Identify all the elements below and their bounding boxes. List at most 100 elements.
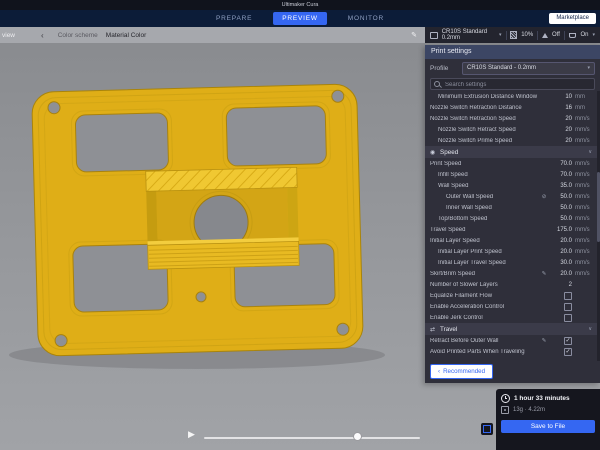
setting-avoid-printed-parts-when-traveling[interactable]: Avoid Printed Parts When Traveling✓ [425, 346, 597, 357]
simulation-slider-track[interactable] [204, 437, 420, 439]
setting-inner-wall-speed[interactable]: Inner Wall Speed50.0mm/s [425, 202, 597, 213]
setting-nozzle-switch-retraction-distance[interactable]: Nozzle Switch Retraction Distance16mm [425, 102, 597, 113]
setting-value[interactable]: 16 [548, 105, 572, 111]
chevron-icon: ∨ [588, 149, 592, 155]
setting-travel-speed[interactable]: Travel Speed175.0mm/s [425, 224, 597, 235]
preview-stage-button[interactable] [481, 423, 493, 435]
search-input[interactable] [443, 79, 587, 91]
adhesion-value[interactable]: On [580, 32, 588, 38]
setting-value[interactable]: 20.0 [548, 238, 572, 244]
setting-value[interactable]: 30.0 [548, 260, 572, 266]
stage-tabs: PREPARE PREVIEW MONITOR [207, 10, 393, 27]
setting-value[interactable]: 50.0 [548, 216, 572, 222]
tab-monitor[interactable]: MONITOR [339, 12, 393, 25]
setting-label: Equalize Filament Flow [430, 293, 540, 299]
setting-label: Infill Speed [430, 172, 540, 178]
setting-value[interactable]: 20 [548, 116, 572, 122]
setting-value[interactable]: 2 [548, 282, 572, 288]
3d-viewport[interactable] [0, 43, 425, 450]
setting-checkbox[interactable] [564, 292, 572, 300]
slice-summary-card: 1 hour 33 minutes 13g · 4.22m Save to Fi… [496, 389, 600, 450]
chevron-down-icon: ▾ [499, 32, 502, 38]
play-button[interactable]: ▶ [188, 429, 195, 440]
travel-icon: ⇄ [430, 326, 440, 333]
material-icon [501, 406, 509, 414]
setting-value[interactable]: 35.0 [548, 183, 572, 189]
setting-label: Enable Jerk Control [430, 315, 540, 321]
save-to-file-button[interactable]: Save to File [501, 420, 595, 433]
setting-unit: mm/s [575, 216, 592, 222]
setting-infill-speed[interactable]: Infill Speed70.0mm/s [425, 169, 597, 180]
edit-pencil-icon[interactable]: ✎ [411, 31, 417, 39]
setting-value[interactable]: 20.0 [548, 249, 572, 255]
back-chevron-icon[interactable]: ‹ [41, 31, 44, 40]
setting-nozzle-switch-retraction-speed[interactable]: Nozzle Switch Retraction Speed20mm/s [425, 113, 597, 124]
setting-value[interactable]: 20 [548, 138, 572, 144]
setting-retract-before-outer-wall[interactable]: Retract Before Outer Wall✎ ✓ [425, 335, 597, 346]
setting-value[interactable]: 20.0 [548, 271, 572, 277]
support-value[interactable]: Off [552, 32, 560, 38]
divider [506, 31, 507, 40]
setting-unit: mm/s [575, 116, 592, 122]
recommended-button[interactable]: ‹ Recommended [430, 364, 493, 379]
setting-unit: mm/s [575, 249, 592, 255]
setting-label: Outer Wall Speed [430, 194, 540, 200]
setting-print-speed[interactable]: Print Speed70.0mm/s [425, 158, 597, 169]
setting-checkbox[interactable]: ✓ [564, 337, 572, 345]
setting-unit: mm/s [575, 271, 592, 277]
setting-skirt-brim-speed[interactable]: Skirt/Brim Speed✎20.0mm/s [425, 268, 597, 279]
setting-value[interactable]: 70.0 [548, 172, 572, 178]
section-travel[interactable]: ⇄Travel∨ [425, 323, 597, 335]
speed-icon: ◉ [430, 149, 440, 156]
simulation-slider-handle[interactable] [353, 432, 362, 441]
setting-value[interactable]: 70.0 [548, 161, 572, 167]
marketplace-button[interactable]: Marketplace [549, 13, 596, 24]
setting-label: Top/Bottom Speed [430, 216, 540, 222]
search-box [430, 78, 595, 90]
setting-initial-layer-travel-speed[interactable]: Initial Layer Travel Speed30.0mm/s [425, 257, 597, 268]
pencil-icon: ✎ [540, 338, 548, 344]
profile-dropdown-value: CR10S Standard - 0.2mm [467, 65, 536, 71]
setting-label: Travel Speed [430, 227, 540, 233]
setting-initial-layer-speed[interactable]: Initial Layer Speed20.0mm/s [425, 235, 597, 246]
profile-label: Profile [430, 65, 462, 72]
tab-prepare[interactable]: PREPARE [207, 12, 261, 25]
divider [537, 31, 538, 40]
setting-checkbox[interactable] [564, 314, 572, 322]
setting-value[interactable]: 10 [548, 94, 572, 100]
setting-label: Inner Wall Speed [430, 205, 540, 211]
tab-preview[interactable]: PREVIEW [273, 12, 327, 25]
setting-value[interactable]: 20 [548, 127, 572, 133]
setting-wall-speed[interactable]: Wall Speed35.0mm/s [425, 180, 597, 191]
color-scheme-dropdown[interactable]: Material Color [106, 32, 146, 39]
profile-dropdown[interactable]: CR10S Standard - 0.2mm ▾ [462, 62, 595, 75]
setting-enable-acceleration-control[interactable]: Enable Acceleration Control [425, 301, 597, 312]
chevron-down-icon: ▾ [592, 32, 595, 38]
setting-value[interactable]: 50.0 [548, 194, 572, 200]
setting-top-bottom-speed[interactable]: Top/Bottom Speed 50.0mm/s [425, 213, 597, 224]
setting-nozzle-switch-prime-speed[interactable]: Nozzle Switch Prime Speed20mm/s [425, 135, 597, 146]
cura-window: { "titlebar": { "app_title": "Ultimaker … [0, 0, 600, 450]
setting-number-of-slower-layers[interactable]: Number of Slower Layers2 [425, 279, 597, 290]
view-label[interactable]: view [2, 32, 15, 39]
setting-minimum-extrusion-distance-window[interactable]: Minimum Extrusion Distance Window10mm [425, 91, 597, 102]
setting-unit: mm/s [575, 138, 592, 144]
setting-label: Retract Before Outer Wall [430, 338, 540, 344]
profile-row: Profile CR10S Standard - 0.2mm ▾ [425, 59, 600, 77]
setting-checkbox[interactable] [564, 303, 572, 311]
infill-icon [510, 31, 517, 39]
settings-list: Minimum Extrusion Distance Window10mmNoz… [425, 91, 597, 361]
setting-value[interactable]: 175.0 [548, 227, 572, 233]
section-speed[interactable]: ◉Speed∨ [425, 146, 597, 158]
setting-initial-layer-print-speed[interactable]: Initial Layer Print Speed20.0mm/s [425, 246, 597, 257]
setting-enable-jerk-control[interactable]: Enable Jerk Control [425, 312, 597, 323]
setting-checkbox[interactable]: ✓ [564, 348, 572, 356]
infill-value[interactable]: 10% [521, 32, 533, 38]
section-label: Travel [440, 326, 588, 333]
setting-outer-wall-speed[interactable]: Outer Wall Speed⊘50.0mm/s [425, 191, 597, 202]
setting-nozzle-switch-retract-speed[interactable]: Nozzle Switch Retract Speed20mm/s [425, 124, 597, 135]
setting-equalize-filament-flow[interactable]: Equalize Filament Flow [425, 290, 597, 301]
print-config-bar[interactable]: CR10S Standard 0.2mm ▾ 10% Off On ▾ [425, 27, 600, 43]
setting-value[interactable]: 50.0 [548, 205, 572, 211]
profile-summary[interactable]: CR10S Standard 0.2mm [442, 29, 495, 41]
